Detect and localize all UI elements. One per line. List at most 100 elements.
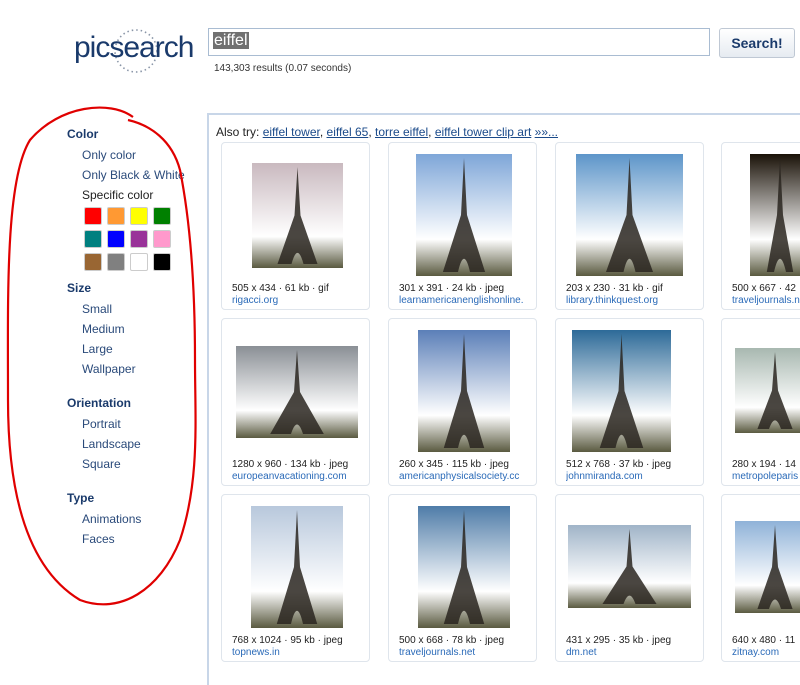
color-swatch[interactable] [153,207,171,225]
type-heading: Type [67,491,95,505]
result-card[interactable]: 431 x 295 · 35 kb · jpeg dm.net [555,494,704,662]
color-swatch[interactable] [107,253,125,271]
color-swatch[interactable] [107,230,125,248]
orientation-heading: Orientation [67,396,132,410]
result-thumbnail[interactable] [416,154,512,276]
filter-size-wallpaper[interactable]: Wallpaper [82,362,185,376]
result-card[interactable]: 1280 x 960 · 134 kb · jpeg europeanvacati… [221,318,370,486]
result-thumbnail[interactable] [252,163,343,268]
result-meta: 203 x 230 · 31 kb · gif [566,283,663,294]
color-swatch[interactable] [84,253,102,271]
eiffel-tower-image [277,167,318,264]
also-try-link[interactable]: eiffel 65 [327,125,369,139]
result-thumbnail[interactable] [735,521,800,613]
filter-animations[interactable]: Animations [82,512,185,526]
result-meta: 301 x 391 · 24 kb · jpeg [399,283,505,294]
result-card[interactable]: 640 x 480 · 11 zitnay.com [721,494,800,662]
result-meta: 768 x 1024 · 95 kb · jpeg [232,635,343,646]
result-thumbnail[interactable] [572,330,671,452]
filter-size-large[interactable]: Large [82,342,185,356]
color-swatch[interactable] [130,253,148,271]
result-source-link[interactable]: library.thinkquest.org [566,295,701,306]
eiffel-tower-image [442,158,486,272]
filter-landscape[interactable]: Landscape [82,437,185,451]
result-thumbnail[interactable] [251,506,343,628]
result-source-link[interactable]: zitnay.com [732,647,800,658]
result-meta: 512 x 768 · 37 kb · jpeg [566,459,672,470]
eiffel-tower-image [599,334,644,448]
result-thumbnail[interactable] [568,525,691,608]
eiffel-tower-image [443,510,485,624]
filter-size-small[interactable]: Small [82,302,185,316]
result-source-link[interactable]: learnamericanenglishonline. [399,295,534,306]
eiffel-tower-image [276,510,318,624]
result-source-link[interactable]: rigacci.org [232,295,367,306]
result-thumbnail[interactable] [735,348,800,433]
also-try-link[interactable]: eiffel tower clip art [435,125,532,139]
result-meta: 280 x 194 · 14 [732,459,796,470]
filter-only-bw[interactable]: Only Black & White [82,168,185,182]
color-swatch[interactable] [130,207,148,225]
result-thumbnail[interactable] [750,154,800,276]
result-thumbnail[interactable] [418,506,510,628]
filter-sidebar: Color Only color Only Black & White Spec… [67,127,185,552]
result-meta: 500 x 668 · 78 kb · jpeg [399,635,505,646]
eiffel-tower-image [757,352,793,429]
result-source-link[interactable]: topnews.in [232,647,367,658]
color-swatch[interactable] [153,230,171,248]
also-try-link[interactable]: eiffel tower [263,125,320,139]
color-swatch[interactable] [130,230,148,248]
color-swatch[interactable] [84,207,102,225]
result-card[interactable]: 301 x 391 · 24 kb · jpeg learnamericaneng… [388,142,537,310]
eiffel-tower-image [605,158,654,272]
filter-square[interactable]: Square [82,457,185,471]
also-try-more-link[interactable]: »»... [535,125,558,139]
result-meta: 1280 x 960 · 134 kb · jpeg [232,459,349,470]
filter-faces[interactable]: Faces [82,532,185,546]
result-source-link[interactable]: traveljournals.n [732,295,800,306]
result-card[interactable]: 280 x 194 · 14 metropoleparis [721,318,800,486]
color-heading: Color [67,127,99,141]
result-source-link[interactable]: traveljournals.net [399,647,534,658]
eiffel-tower-image [766,158,794,272]
result-source-link[interactable]: europeanvacationing.com [232,471,367,482]
result-card[interactable]: 505 x 434 · 61 kb · gif rigacci.org [221,142,370,310]
result-card[interactable]: 260 x 345 · 115 kb · jpeg americanphysica… [388,318,537,486]
result-thumbnail[interactable] [576,154,683,276]
results-panel: Also try: eiffel tower, eiffel 65, torre… [207,113,800,685]
result-meta: 640 x 480 · 11 [732,635,796,646]
result-thumbnail[interactable] [418,330,510,452]
specific-color-label: Specific color [82,188,154,202]
result-source-link[interactable]: johnmiranda.com [566,471,701,482]
filter-size-medium[interactable]: Medium [82,322,185,336]
eiffel-tower-image [270,350,324,434]
color-swatch[interactable] [84,230,102,248]
eiffel-tower-image [443,334,485,448]
result-thumbnail[interactable] [236,346,358,438]
result-source-link[interactable]: dm.net [566,647,701,658]
result-source-link[interactable]: metropoleparis [732,471,800,482]
result-source-link[interactable]: americanphysicalsociety.cc [399,471,534,482]
search-button[interactable]: Search! [719,28,795,58]
size-heading: Size [67,281,92,295]
filter-only-color[interactable]: Only color [82,148,185,162]
search-input[interactable]: eiffel [208,28,710,56]
color-swatch[interactable] [153,253,171,271]
result-meta: 500 x 667 · 42 [732,283,796,294]
eiffel-tower-image [602,529,657,604]
logo-text: picsearch [74,31,194,64]
result-card[interactable]: 203 x 230 · 31 kb · gif library.thinkques… [555,142,704,310]
eiffel-tower-image [757,525,793,609]
filter-portrait[interactable]: Portrait [82,417,185,431]
result-meta: 431 x 295 · 35 kb · jpeg [566,635,672,646]
results-count: 143,303 results (0.07 seconds) [214,63,352,74]
result-card[interactable]: 512 x 768 · 37 kb · jpeg johnmiranda.com [555,318,704,486]
result-card[interactable]: 768 x 1024 · 95 kb · jpeg topnews.in [221,494,370,662]
result-card[interactable]: 500 x 667 · 42 traveljournals.n [721,142,800,310]
also-try-link[interactable]: torre eiffel [375,125,428,139]
color-swatch[interactable] [107,207,125,225]
result-card[interactable]: 500 x 668 · 78 kb · jpeg traveljournals.n… [388,494,537,662]
result-meta: 260 x 345 · 115 kb · jpeg [399,459,509,470]
picsearch-logo[interactable]: picsearch [74,26,194,76]
also-try-label: Also try: [216,125,260,139]
